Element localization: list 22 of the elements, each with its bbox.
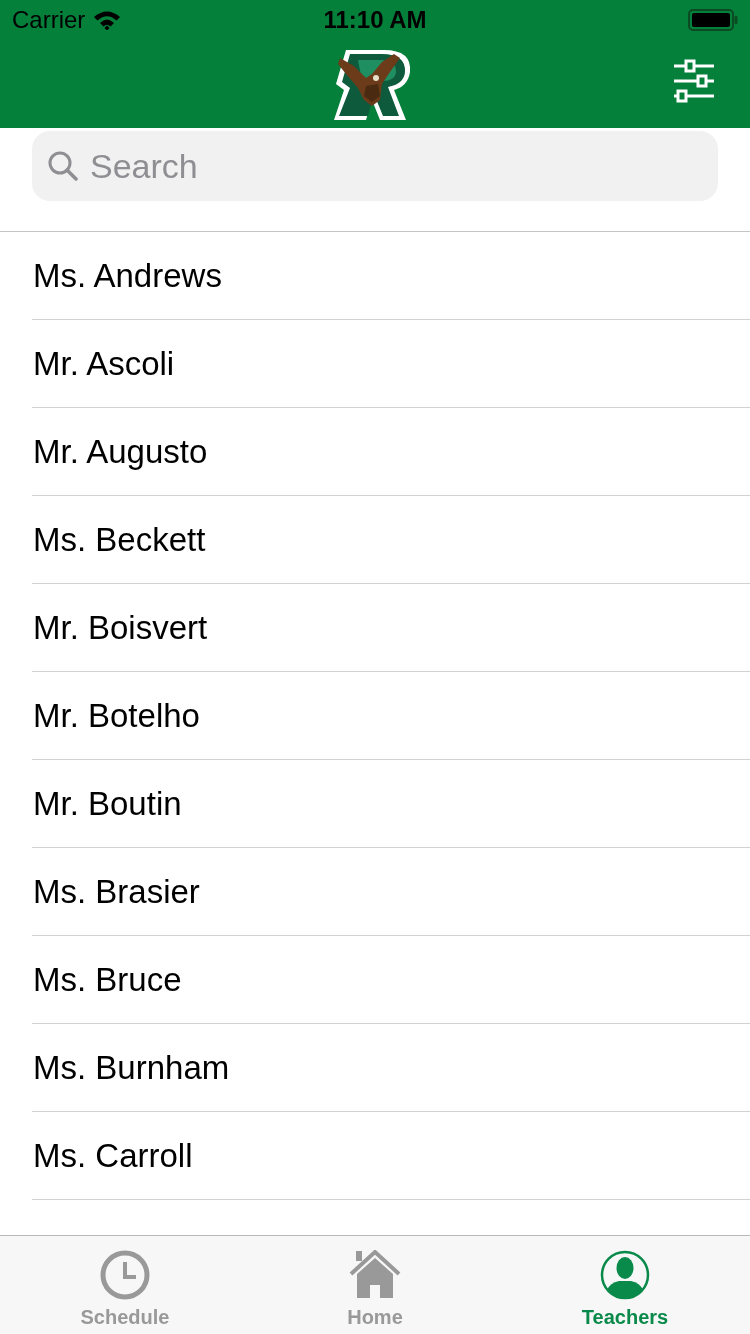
teacher-name[interactable]: Ms. Carroll — [33, 1136, 193, 1175]
person-icon — [600, 1250, 650, 1300]
teacher-name[interactable]: Ms. Burnham — [33, 1048, 230, 1087]
search-field[interactable]: Search — [32, 131, 718, 201]
teacher-name[interactable]: Mr. Boisvert — [33, 608, 208, 647]
filter-sliders-icon[interactable] — [674, 59, 714, 103]
carrier-name: Carrier — [12, 6, 86, 34]
teacher-name[interactable]: Ms. Bruce — [33, 960, 182, 999]
teacher-name[interactable]: Ms. Beckett — [33, 520, 206, 559]
home-icon — [349, 1250, 401, 1300]
teacher-name[interactable]: Ms. Andrews — [33, 256, 222, 295]
teacher-name[interactable]: Mr. Ascoli — [33, 344, 175, 383]
teacher-name[interactable]: Mr. Botelho — [33, 696, 200, 735]
teacher-name[interactable]: Mr. Boutin — [33, 784, 182, 823]
battery-icon — [688, 9, 738, 31]
teacher-name[interactable]: Mr. Augusto — [33, 432, 208, 471]
wifi-icon — [93, 10, 122, 30]
status-time: 11:10 AM — [323, 6, 427, 34]
clock-icon — [100, 1250, 150, 1300]
tab-bar-item[interactable]: Teachers — [500, 1236, 750, 1334]
search-icon — [48, 151, 78, 181]
teacher-name[interactable]: Ms. Brasier — [33, 872, 200, 911]
